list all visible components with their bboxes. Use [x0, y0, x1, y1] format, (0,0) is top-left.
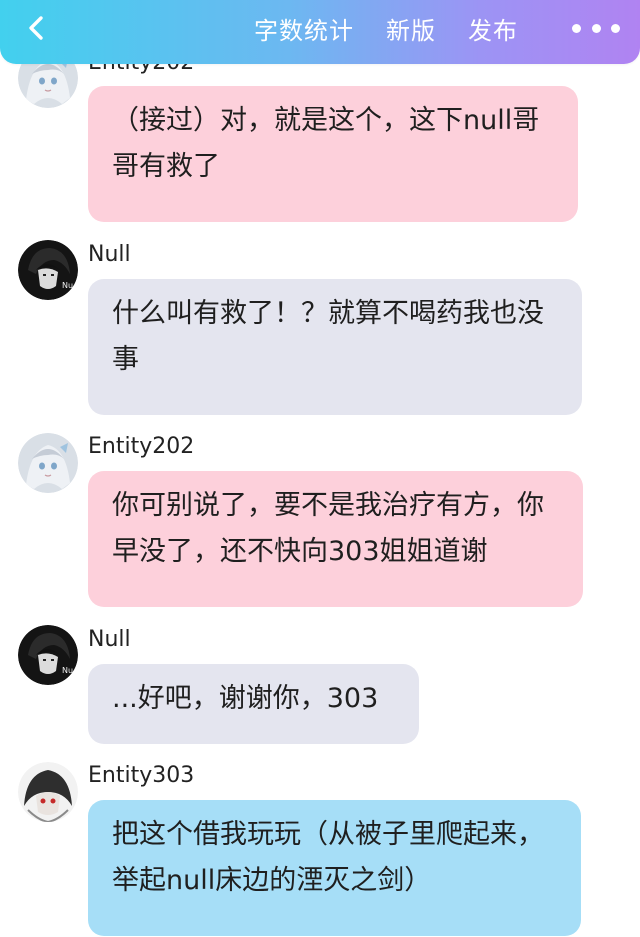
chevron-left-icon	[29, 16, 43, 40]
svg-text:Nu: Nu	[62, 666, 73, 675]
ellipsis-icon	[572, 23, 581, 33]
message-bubble[interactable]: 把这个借我玩玩（从被子里爬起来，举起null床边的湮灭之剑）	[88, 800, 581, 936]
ellipsis-icon	[591, 23, 601, 33]
message-bubble[interactable]: ...好吧，谢谢你，303	[88, 664, 419, 744]
message-bubble[interactable]: 什么叫有救了！？就算不喝药我也没事	[88, 279, 582, 415]
chat-page: Entity202 （接过）对，就是这个，这下null哥哥有救了 Nu Null…	[0, 0, 640, 937]
top-bar-actions: 字数统计 新版 发布	[254, 0, 518, 56]
message-bubble[interactable]: 你可别说了，要不是我治疗有方，你早没了，还不快向303姐姐道谢	[88, 471, 583, 607]
chat-list[interactable]: Entity202 （接过）对，就是这个，这下null哥哥有救了 Nu Null…	[0, 0, 640, 937]
publish-button[interactable]: 发布	[468, 11, 518, 46]
sender-name: Entity202	[88, 434, 195, 459]
sender-name: Null	[88, 627, 131, 652]
sender-name: Entity303	[88, 763, 195, 788]
top-bar: 字数统计 新版 发布	[0, 0, 640, 64]
message-bubble[interactable]: （接过）对，就是这个，这下null哥哥有救了	[88, 86, 578, 222]
avatar-entity202[interactable]	[18, 433, 78, 493]
more-button[interactable]	[572, 14, 620, 42]
sender-name: Null	[88, 242, 131, 267]
new-version-button[interactable]: 新版	[386, 11, 436, 46]
avatar-null[interactable]: Nu	[18, 625, 78, 685]
ellipsis-icon	[611, 23, 620, 33]
word-count-button[interactable]: 字数统计	[254, 11, 354, 46]
svg-text:Nu: Nu	[62, 281, 73, 290]
avatar-entity303[interactable]	[18, 762, 78, 822]
avatar-null[interactable]: Nu	[18, 240, 78, 300]
back-button[interactable]	[18, 10, 54, 46]
